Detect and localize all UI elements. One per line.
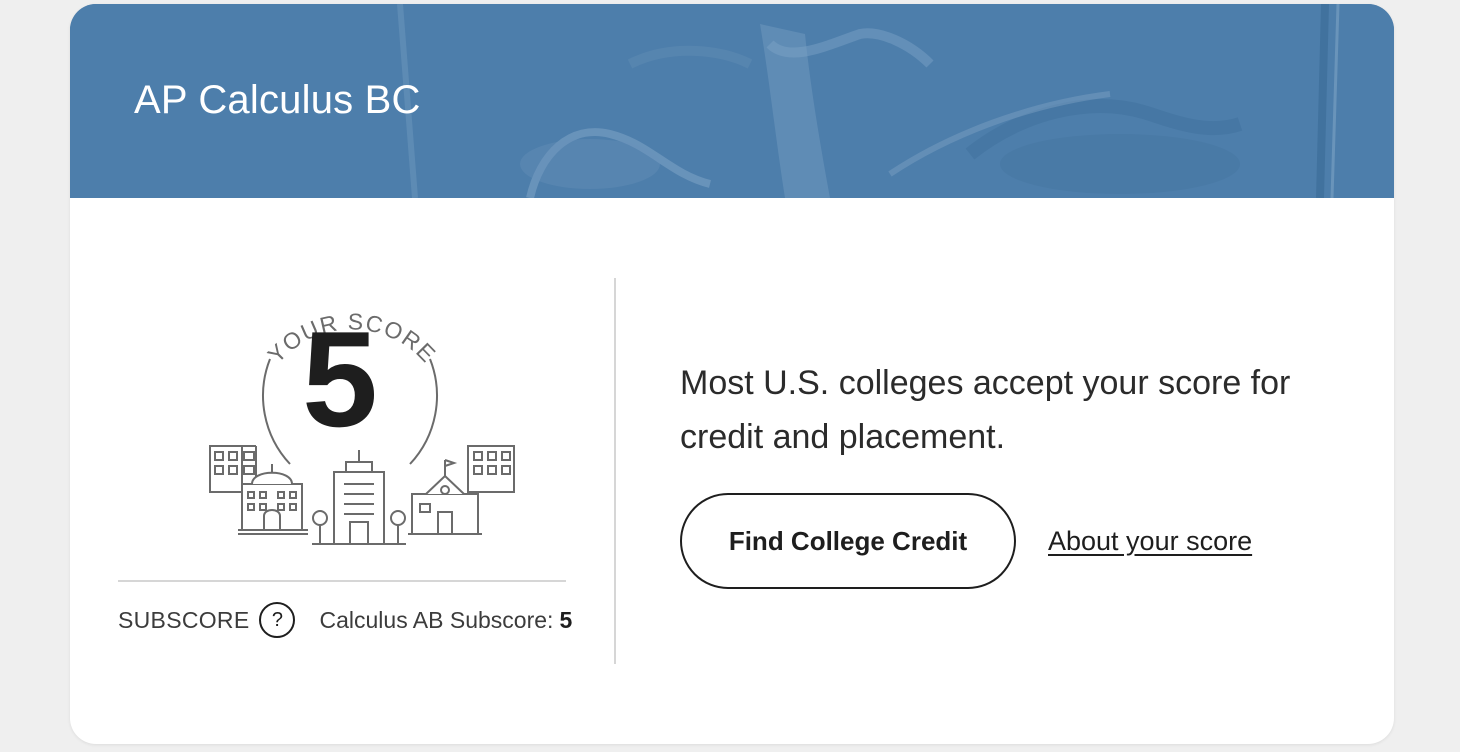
about-your-score-link[interactable]: About your score (1048, 524, 1252, 558)
score-card: AP Calculus BC YOUR SCORE 5 SUBSCORE ? C… (70, 4, 1394, 744)
score-panel: YOUR SCORE 5 SUBSCORE ? Calculus AB Subs… (70, 198, 615, 744)
credit-message: Most U.S. colleges accept your score for… (680, 364, 1291, 456)
subscore-help-icon[interactable]: ? (259, 602, 296, 638)
card-header: AP Calculus BC (70, 4, 1394, 198)
page-title: AP Calculus BC (134, 78, 421, 122)
subscore-label: SUBSCORE (118, 606, 250, 633)
find-college-credit-button[interactable]: Find College Credit (680, 493, 1016, 589)
panel-divider (614, 278, 616, 664)
subscore-row: SUBSCORE ? Calculus AB Subscore: 5 (118, 600, 572, 640)
college-buildings-icon (209, 445, 515, 545)
score-value: 5 (302, 303, 378, 455)
subscore-value: 5 (559, 606, 573, 633)
subscore-divider (118, 580, 566, 582)
subscore-name: Calculus AB Subscore: (319, 606, 554, 633)
